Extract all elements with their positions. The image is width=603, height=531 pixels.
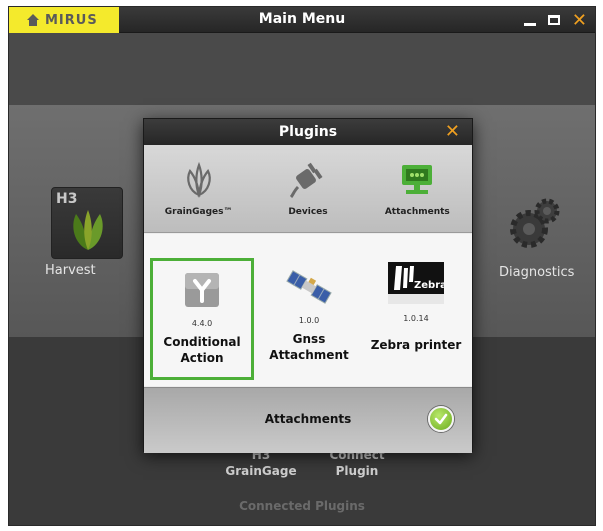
svg-text:Zebra: Zebra xyxy=(414,280,444,291)
footer-category-label: Attachments xyxy=(264,412,352,426)
y-junction-icon xyxy=(183,271,221,309)
dialog-close-icon[interactable]: ✕ xyxy=(445,122,460,142)
category-graingages[interactable]: GrainGages™ xyxy=(149,145,249,217)
connected-plugins-label: Connected Plugins xyxy=(239,499,365,513)
maximize-icon[interactable] xyxy=(547,15,560,25)
diagnostics-label: Diagnostics xyxy=(499,265,575,280)
dialog-footer: Attachments xyxy=(144,387,472,453)
window-title: Main Menu xyxy=(258,11,346,27)
plugin-name-line2: Attachment xyxy=(269,348,349,362)
window-close-icon[interactable]: ✕ xyxy=(572,10,587,31)
title-bar: MIRUS Main Menu ✕ xyxy=(9,7,595,33)
plug-icon xyxy=(289,162,323,199)
zebra-icon: Zebra xyxy=(388,262,447,304)
satellite-icon xyxy=(285,268,333,306)
leaf-icon xyxy=(186,161,211,198)
connect-plugin-line2: Plugin xyxy=(335,464,379,478)
plugin-version: 1.0.0 xyxy=(298,316,320,325)
plugin-zebra-printer[interactable]: Zebra 1.0.14 Zebra printer xyxy=(364,258,468,380)
gears-icon[interactable] xyxy=(501,195,561,255)
plugin-conditional-action[interactable]: 4.4.0 Conditional Action xyxy=(150,258,254,380)
dialog-title: Plugins xyxy=(144,119,472,145)
plugin-name-line2: Action xyxy=(180,351,224,365)
plugin-name: Gnss Attachment xyxy=(257,331,361,363)
plugin-name-line1: Zebra printer xyxy=(370,338,462,352)
minimize-icon[interactable] xyxy=(523,22,536,26)
monitor-icon xyxy=(402,165,433,194)
graingage-app-line2: GrainGage xyxy=(225,464,297,478)
category-bar: GrainGages™ Devices Attachments xyxy=(144,145,472,233)
top-band xyxy=(9,33,595,105)
plugin-name: Zebra printer xyxy=(364,337,468,353)
harvest-app-tile[interactable]: H3 xyxy=(51,187,123,259)
plugin-name-line1: Gnss xyxy=(292,332,326,346)
harvest-leaf-icon xyxy=(73,210,103,250)
category-attachments[interactable]: Attachments xyxy=(367,145,467,217)
category-devices-label: Devices xyxy=(288,207,328,217)
plugin-version: 4.4.0 xyxy=(191,319,213,328)
category-attachments-label: Attachments xyxy=(384,207,450,217)
plugins-dialog: Plugins ✕ GrainGages™ Devices Attachment… xyxy=(143,118,473,453)
category-graingages-label: GrainGages™ xyxy=(164,207,233,217)
checkmark-icon xyxy=(434,413,448,425)
harvest-label: Harvest xyxy=(45,263,96,278)
confirm-button[interactable] xyxy=(428,406,454,432)
plugin-list: 4.4.0 Conditional Action 1.0.0 Gnss Atta… xyxy=(144,234,472,386)
plugin-gnss-attachment[interactable]: 1.0.0 Gnss Attachment xyxy=(257,258,361,380)
window-controls: ✕ xyxy=(523,9,587,31)
plugin-name: Conditional Action xyxy=(153,334,251,366)
plugin-name-line1: Conditional xyxy=(163,335,241,349)
plugin-version: 1.0.14 xyxy=(403,314,429,323)
category-devices[interactable]: Devices xyxy=(258,145,358,217)
